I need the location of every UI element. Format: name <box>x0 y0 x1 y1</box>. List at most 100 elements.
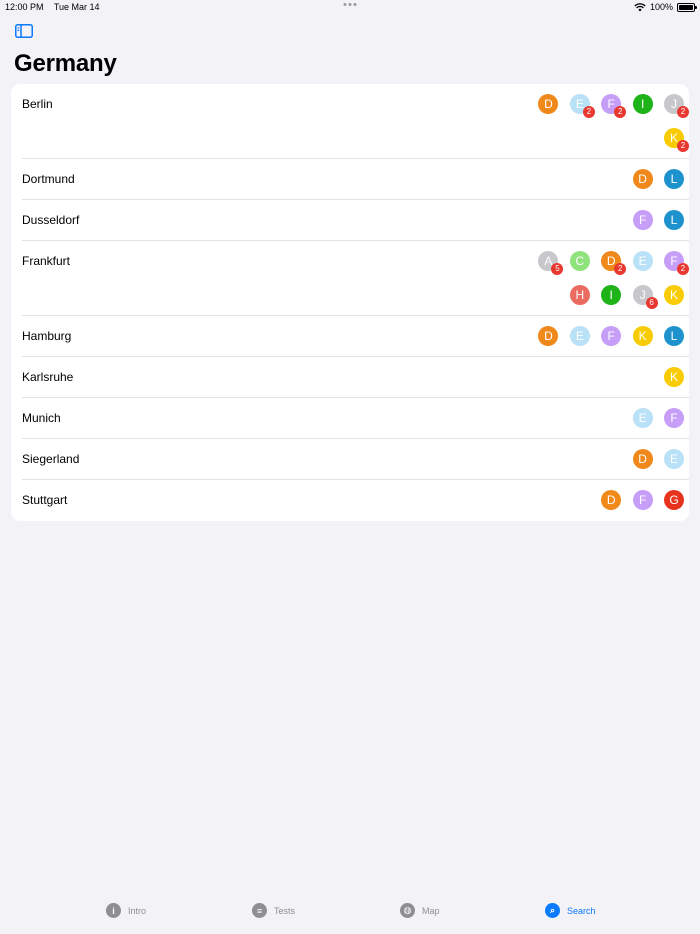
badge-letter: J <box>639 288 646 302</box>
category-badges: DEFKL <box>524 326 689 360</box>
category-badge-d[interactable]: D <box>538 326 559 346</box>
category-badge-i[interactable]: I <box>601 285 622 305</box>
category-badges: EF <box>524 408 689 442</box>
badge-letter: F <box>638 213 647 227</box>
city-list: Berlin D E 2 F 2 I J 2 K 2 Dortmund D L Dusseldorf F L Fr… <box>11 84 689 521</box>
category-badges: DFG <box>524 490 689 521</box>
badge-letter: D <box>606 493 616 507</box>
info-icon: i <box>106 903 121 918</box>
count-badge: 5 <box>551 263 564 275</box>
badge-letter: L <box>670 213 678 227</box>
category-badge-k[interactable]: K2 <box>664 128 689 152</box>
category-badge-e[interactable]: E <box>632 251 653 271</box>
city-row-stuttgart[interactable]: Stuttgart D F G <box>22 480 689 521</box>
city-row-dusseldorf[interactable]: Dusseldorf F L <box>22 200 689 241</box>
category-badge-d[interactable]: D <box>538 94 559 114</box>
category-badge-f[interactable]: F <box>632 490 653 510</box>
category-badge-d[interactable]: D2 <box>601 251 627 275</box>
category-badge-c[interactable]: C <box>569 251 590 271</box>
category-badge-l[interactable]: L <box>664 210 684 230</box>
category-badge-k[interactable]: K <box>632 326 653 346</box>
count-badge: 2 <box>582 106 595 118</box>
category-badges: DE <box>524 449 689 483</box>
category-badge-i[interactable]: I <box>632 94 653 114</box>
category-badge-l[interactable]: L <box>664 169 684 189</box>
count-badge: 2 <box>614 263 627 275</box>
category-badge-d[interactable]: D <box>632 449 653 469</box>
category-badge-k[interactable]: K <box>664 285 684 305</box>
status-date: Tue Mar 14 <box>53 2 100 12</box>
badge-letter: D <box>544 329 553 343</box>
battery-percent: 100% <box>649 2 673 12</box>
tab-intro[interactable]: i Intro <box>106 903 146 918</box>
badge-letter: E <box>575 329 584 343</box>
category-badge-e[interactable]: E <box>664 449 684 469</box>
list-icon: ≡ <box>252 903 267 918</box>
badge-letter: L <box>670 329 678 343</box>
category-badge-j[interactable]: J2 <box>664 94 689 118</box>
city-row-hamburg[interactable]: Hamburg D E F K L <box>22 316 689 357</box>
category-badge-d[interactable]: D <box>601 490 622 510</box>
city-name: Karlsruhe <box>22 370 74 384</box>
city-row-berlin[interactable]: Berlin D E 2 F 2 I J 2 K 2 <box>22 84 689 159</box>
wifi-icon <box>634 2 646 11</box>
category-badge-e[interactable]: E <box>569 326 590 346</box>
badge-letter: D <box>638 452 647 466</box>
status-time: 12:00 PM <box>5 2 44 12</box>
category-badge-h[interactable]: H <box>569 285 590 305</box>
city-row-karlsruhe[interactable]: Karlsruhe K <box>22 357 689 398</box>
city-name: Munich <box>22 411 61 425</box>
category-badge-f[interactable]: F <box>601 326 622 346</box>
category-badge-f[interactable]: F2 <box>601 94 627 118</box>
category-badges: A5CD2EF2HIJ6K <box>524 251 689 319</box>
badge-letter: J <box>671 97 677 111</box>
tab-search[interactable]: ⌕ Search <box>545 903 596 918</box>
category-badge-f[interactable]: F2 <box>664 251 689 275</box>
tab-tests[interactable]: ≡ Tests <box>252 903 295 918</box>
page-title: Germany <box>14 50 117 77</box>
tab-label: Search <box>567 905 596 916</box>
badge-letter: L <box>670 172 678 186</box>
badge-letter: F <box>607 329 615 343</box>
badge-letter: G <box>669 493 679 507</box>
city-name: Berlin <box>22 97 53 111</box>
city-name: Dortmund <box>22 172 75 186</box>
city-row-siegerland[interactable]: Siegerland D E <box>22 439 689 480</box>
count-badge: 2 <box>677 263 689 275</box>
badge-letter: K <box>638 329 647 343</box>
category-badge-d[interactable]: D <box>632 169 653 189</box>
multitasking-dots-icon[interactable] <box>343 3 357 6</box>
category-badge-j[interactable]: J6 <box>632 285 658 309</box>
city-row-dortmund[interactable]: Dortmund D L <box>22 159 689 200</box>
category-badge-g[interactable]: G <box>664 490 684 510</box>
status-bar: 12:00 PM Tue Mar 14 100% <box>0 0 700 14</box>
sidebar-toggle-icon[interactable] <box>15 24 33 38</box>
battery-icon <box>677 2 697 12</box>
status-left: 12:00 PM Tue Mar 14 <box>5 2 108 12</box>
category-badge-l[interactable]: L <box>664 326 684 346</box>
city-name: Stuttgart <box>22 493 68 507</box>
count-badge: 2 <box>677 140 689 152</box>
category-badges: K <box>524 367 689 401</box>
category-badge-k[interactable]: K <box>664 367 684 387</box>
category-badge-f[interactable]: F <box>632 210 653 230</box>
badge-letter: D <box>638 172 647 186</box>
badge-letter: E <box>669 452 678 466</box>
badge-letter: F <box>638 493 647 507</box>
city-name: Dusseldorf <box>22 213 80 227</box>
tab-label: Map <box>422 905 440 916</box>
city-row-frankfurt[interactable]: Frankfurt A 5 C D 2 E F 2 H I J 6 K <box>22 241 689 316</box>
category-badges: DE2F2IJ2K2 <box>524 94 689 162</box>
tab-map[interactable]: ◍ Map <box>400 903 440 918</box>
category-badge-a[interactable]: A5 <box>538 251 564 275</box>
badge-letter: I <box>609 288 613 302</box>
badge-letter: H <box>575 288 585 302</box>
globe-icon: ◍ <box>400 903 415 918</box>
count-badge: 6 <box>645 297 658 309</box>
category-badge-f[interactable]: F <box>664 408 684 428</box>
badge-letter: E <box>638 254 647 268</box>
category-badges: FL <box>524 210 689 244</box>
category-badge-e[interactable]: E <box>632 408 653 428</box>
city-row-munich[interactable]: Munich E F <box>22 398 689 439</box>
category-badge-e[interactable]: E2 <box>569 94 595 118</box>
